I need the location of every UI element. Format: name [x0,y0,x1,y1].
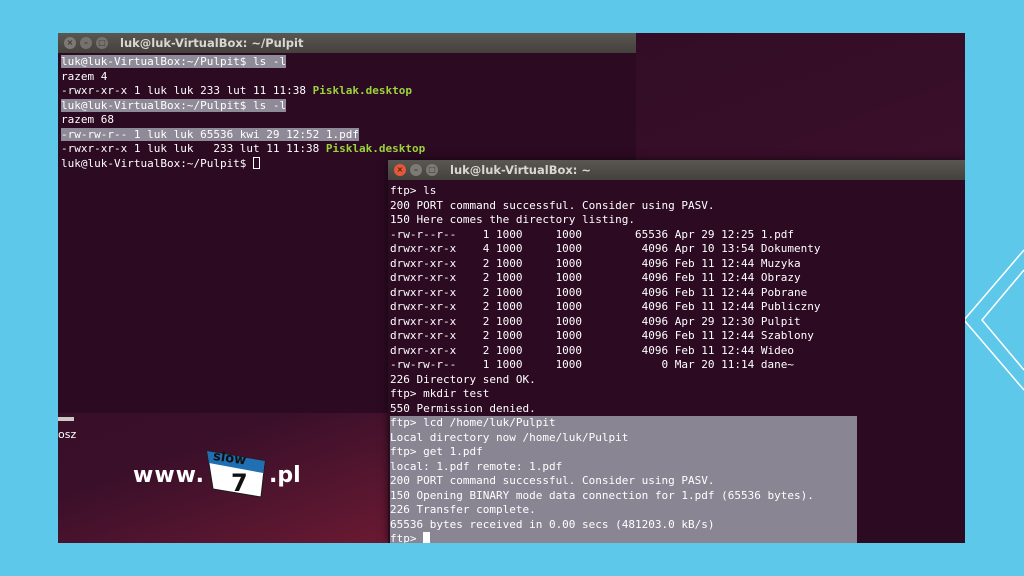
minimize-button[interactable]: – [410,164,422,176]
window-title: luk@luk-VirtualBox: ~/Pulpit [120,36,304,50]
maximize-button[interactable]: □ [96,37,108,49]
terminal-line: razem 68 [61,113,636,128]
decorative-chevron-lines [964,249,1024,391]
text-cursor [423,532,431,543]
text-cursor [253,156,261,169]
terminal-line: ftp> lcd /home/luk/Pulpit [390,416,556,429]
minimize-button[interactable]: – [80,37,92,49]
terminal-line: -rwxr-xr-x 1 luk luk 233 lut 11 11:38 Pi… [61,84,636,99]
terminal-line: local: 1.pdf remote: 1.pdf [390,459,563,473]
terminal-line-text: luk@luk-VirtualBox:~/Pulpit$ ls -l [61,98,287,112]
terminal-line: -rw-r--r-- 1 1000 1000 65536 Apr 29 12:2… [390,227,794,241]
terminal-line-text: luk@luk-VirtualBox:~/Pulpit$ ls -l [61,55,287,68]
terminal-line: drwxr-xr-x 2 1000 1000 4096 Feb 11 12:44… [390,300,821,313]
window-titlebar[interactable]: × – □ luk@luk-VirtualBox: ~ [388,160,965,180]
executable-filename: Pisklak.desktop [325,142,426,155]
logo-pl-text: .pl [269,463,301,488]
terminal-line: drwxr-xr-x 2 1000 1000 4096 Feb 11 12:44… [390,271,801,284]
terminal-line-text: -rwxr-xr-x 1 luk luk 233 lut 11 11:38 [61,142,326,155]
terminal-line: ftp> mkdir test [390,387,490,400]
terminal-line-text: luk@luk-VirtualBox:~/Pulpit$ [61,156,254,170]
window-titlebar[interactable]: × – □ luk@luk-VirtualBox: ~/Pulpit [58,33,636,53]
terminal-line: drwxr-xr-x 2 1000 1000 4096 Feb 11 12:44… [390,285,808,299]
terminal-line: 226 Directory send OK. [390,372,536,386]
terminal-line: 150 Opening BINARY mode data connection … [390,488,814,502]
terminal-line-text: razem 4 [61,69,108,83]
desktop-icon-edge [58,417,74,421]
terminal-line: ftp> get 1.pdf [390,445,483,458]
ftp-prompt: ftp> [390,532,424,543]
maximize-button[interactable]: □ [426,164,438,176]
terminal-line: 200 PORT command successful. Consider us… [390,474,715,487]
terminal-prompt-line: ftp> [390,532,857,543]
terminal-line: razem 4 [61,70,636,85]
terminal-line: drwxr-xr-x 2 1000 1000 4096 Apr 29 12:30… [390,314,801,328]
logo-seven-text: 7 [231,469,248,497]
logo-www-text: www. [133,463,205,488]
desktop-icon-label[interactable]: osz [58,428,76,441]
terminal-line: Local directory now /home/luk/Pulpit [390,430,629,444]
terminal-line: -rw-rw-r-- 1 luk luk 65536 kwi 29 12:52 … [61,127,636,143]
terminal-line-text: -rwxr-xr-x 1 luk luk 233 lut 11 11:38 [61,84,313,97]
terminal-line: drwxr-xr-x 4 1000 1000 4096 Apr 10 13:54… [390,242,821,255]
terminal-line: luk@luk-VirtualBox:~/Pulpit$ ls -l [61,98,636,114]
terminal-line: ftp> ls [390,184,437,197]
close-button[interactable]: × [394,164,406,176]
terminal-line: 226 Transfer complete. [390,503,536,516]
terminal-output[interactable]: luk@luk-VirtualBox:~/Pulpit$ ls -l razem … [61,55,636,171]
terminal-output[interactable]: ftp> ls 200 PORT command successful. Cons… [390,184,965,543]
selected-output-block: ftp> lcd /home/luk/Pulpit Local directory… [390,416,857,543]
terminal-line: 150 Here comes the directory listing. [390,213,636,226]
terminal-line: 200 PORT command successful. Consider us… [390,198,715,212]
terminal-line: drwxr-xr-x 2 1000 1000 4096 Feb 11 12:44… [390,343,794,357]
terminal-window-ftp[interactable]: × – □ luk@luk-VirtualBox: ~ ftp> ls 200 P… [388,160,965,543]
terminal-line: -rw-rw-r-- 1 1000 1000 0 Mar 20 11:14 da… [390,358,794,371]
terminal-line: luk@luk-VirtualBox:~/Pulpit$ ls -l [61,55,636,70]
close-button[interactable]: × [64,37,76,49]
desktop-screenshot: × – □ luk@luk-VirtualBox: ~/Pulpit luk@l… [58,33,965,543]
terminal-line: -rwxr-xr-x 1 luk luk 233 lut 11 11:38 Pi… [61,142,636,157]
terminal-line: drwxr-xr-x 2 1000 1000 4096 Feb 11 12:44… [390,256,801,270]
terminal-line: 550 Permission denied. [390,401,536,415]
terminal-line-text: razem 68 [61,113,114,126]
window-title: luk@luk-VirtualBox: ~ [450,163,592,177]
terminal-line: drwxr-xr-x 2 1000 1000 4096 Feb 11 12:44… [390,329,814,342]
slow7-logo-mark: slow 7 [206,449,266,498]
slow7-logo: www. slow 7 .pl [133,443,333,503]
executable-filename: Pisklak.desktop [312,84,413,97]
terminal-line: 65536 bytes received in 0.00 secs (48120… [390,517,715,531]
terminal-line-text: -rw-rw-r-- 1 luk luk 65536 kwi 29 12:52 … [61,127,360,141]
